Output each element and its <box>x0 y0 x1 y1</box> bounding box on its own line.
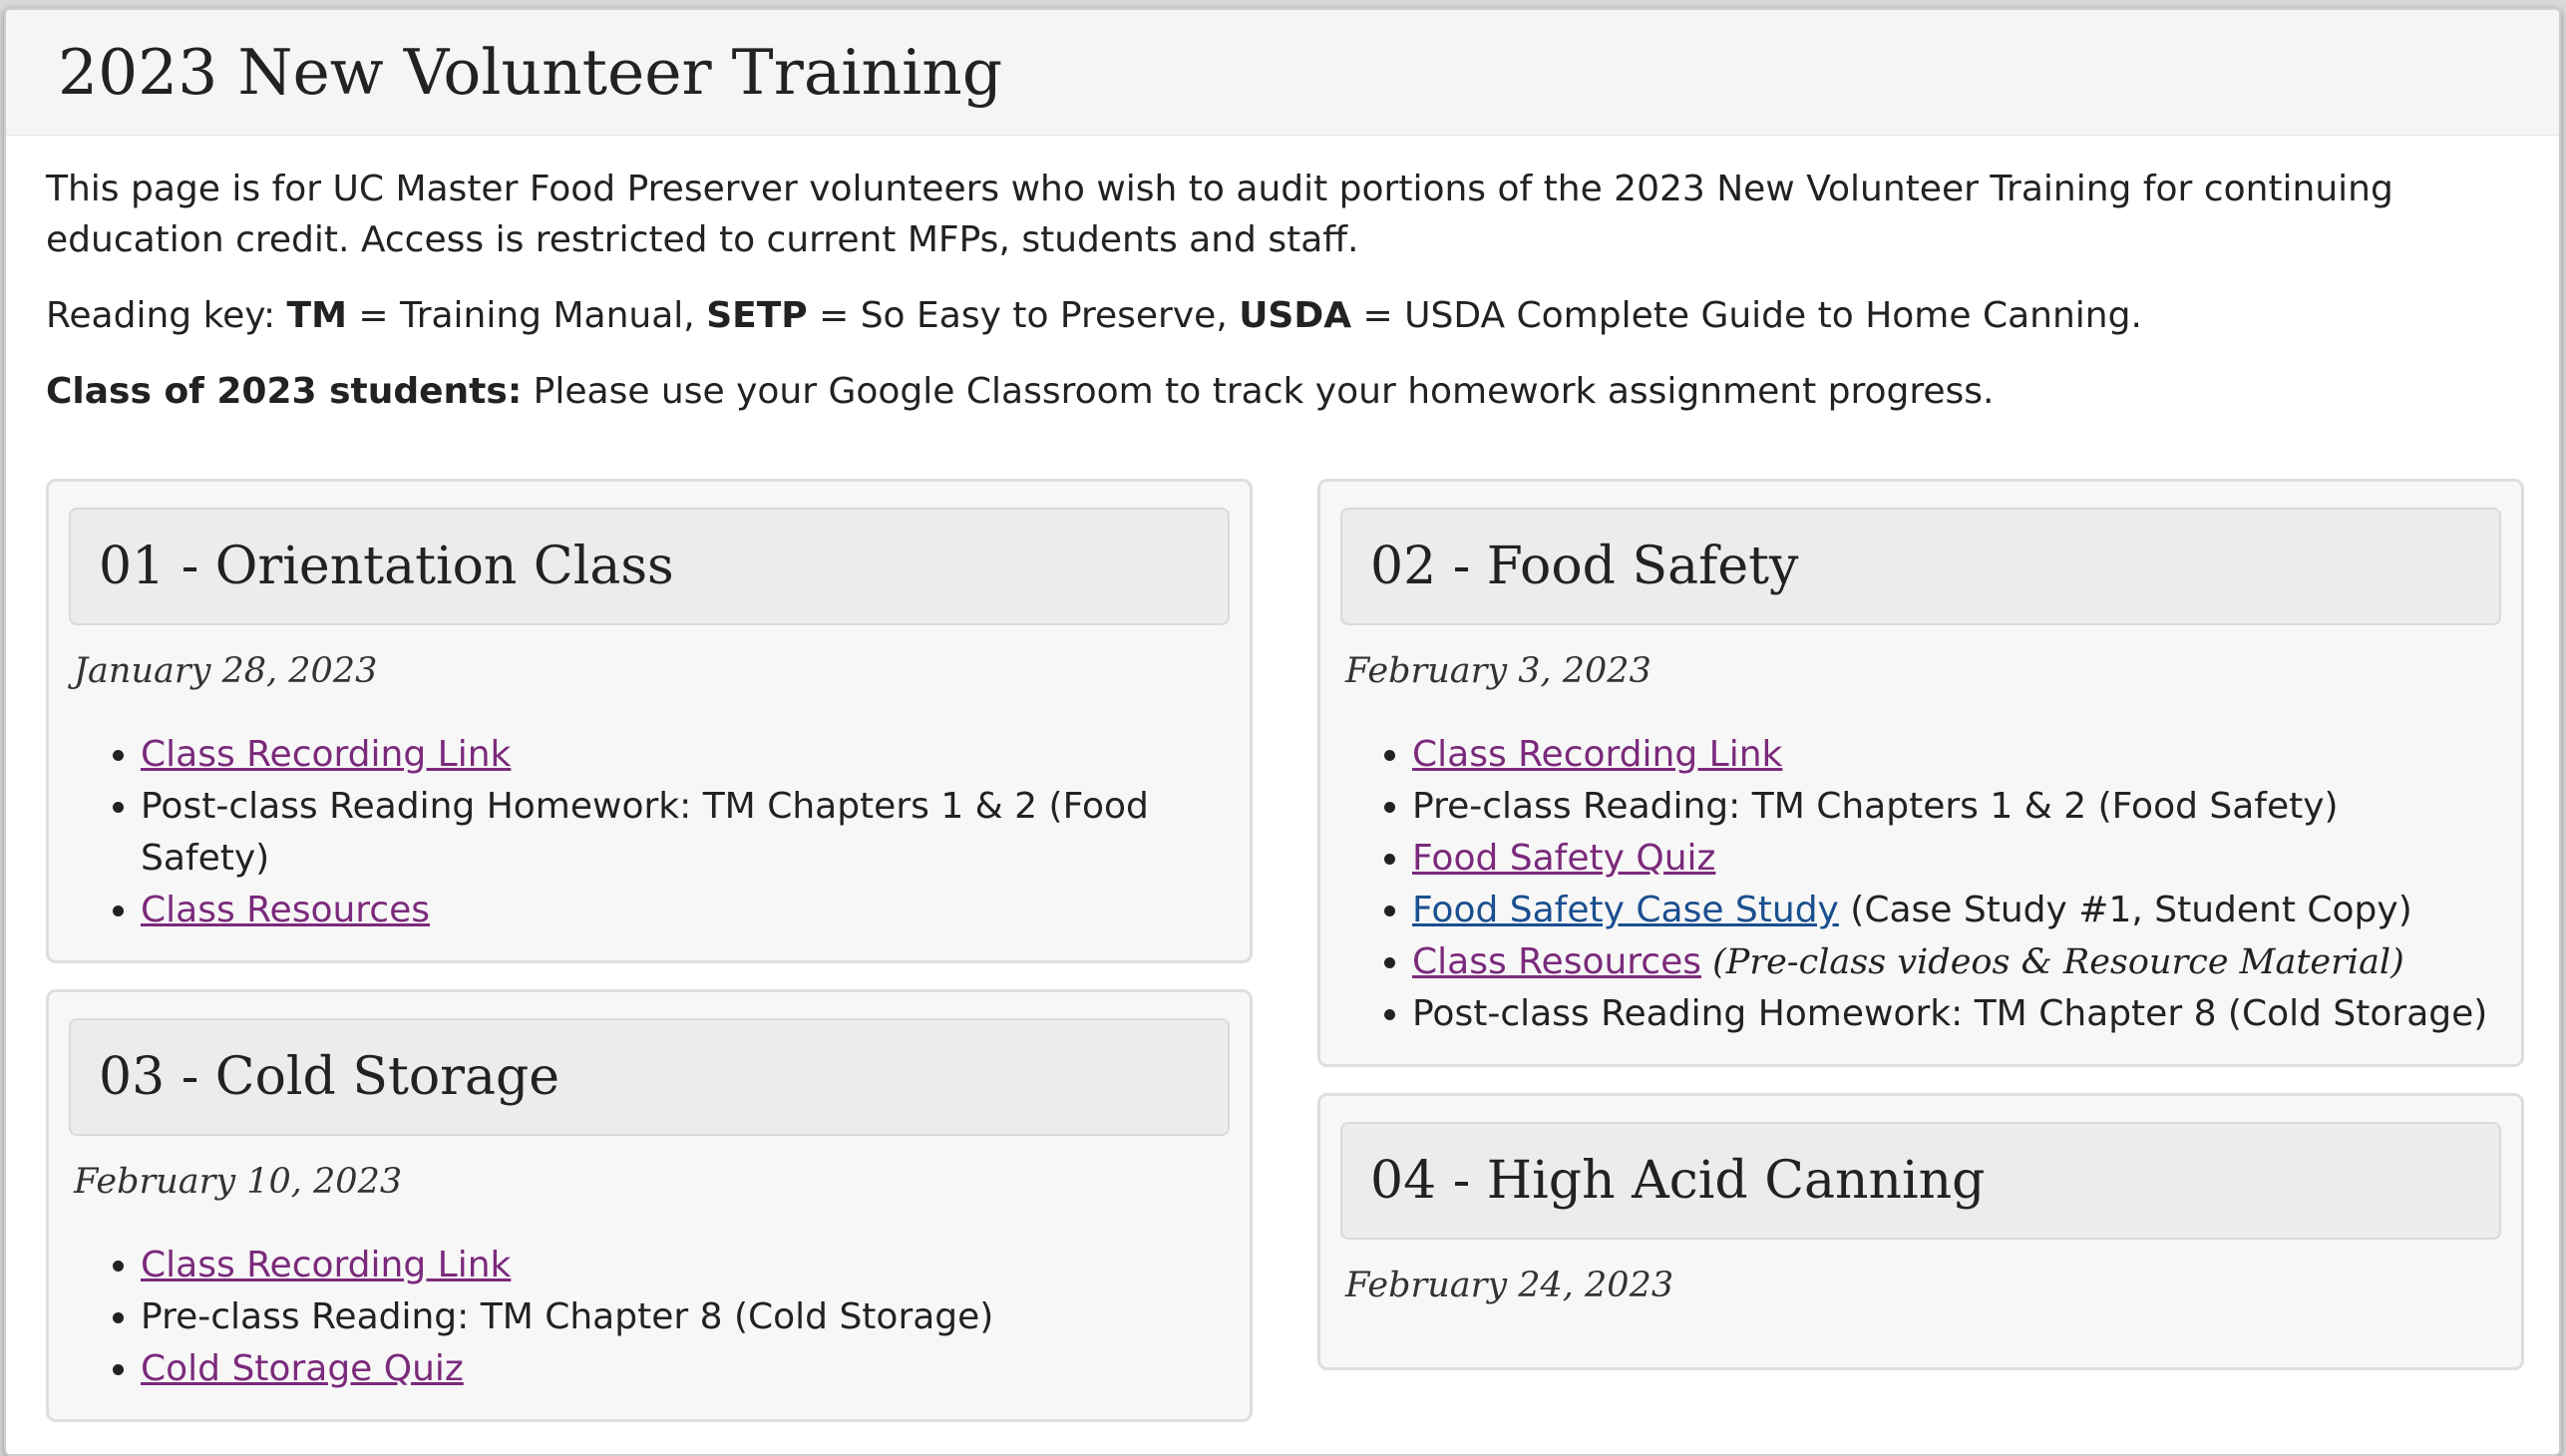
class-recording-link[interactable]: Class Recording Link <box>141 734 511 775</box>
list-item: Class Resources (Pre-class videos & Reso… <box>1412 936 2501 988</box>
students-note-label: Class of 2023 students: <box>46 371 523 412</box>
class-date: February 3, 2023 <box>1345 651 1651 691</box>
right-column: 02 - Food Safety February 3, 2023 Class … <box>1317 479 2524 1396</box>
card-title: 02 - Food Safety <box>1370 537 1799 596</box>
list-item: Food Safety Case Study (Case Study #1, S… <box>1412 885 2501 936</box>
class-items: Class Recording Link Pre-class Reading: … <box>69 1240 1230 1395</box>
list-item: Class Recording Link <box>141 1240 1230 1291</box>
list-item: Post-class Reading Homework: TM Chapter … <box>1412 988 2501 1040</box>
reading-key-setp-text: = So Easy to Preserve, <box>807 295 1240 336</box>
intro-section: This page is for UC Master Food Preserve… <box>6 136 2559 417</box>
list-item: Cold Storage Quiz <box>141 1343 1230 1395</box>
case-study-note: (Case Study #1, Student Copy) <box>1838 890 2412 930</box>
card-header: 01 - Orientation Class <box>69 508 1230 625</box>
reading-key-tm: TM <box>286 295 347 336</box>
list-item: Class Recording Link <box>1412 729 2501 781</box>
reading-key-setp: SETP <box>706 295 808 336</box>
card-title: 03 - Cold Storage <box>99 1047 560 1107</box>
students-note-text: Please use your Google Classroom to trac… <box>522 371 1995 412</box>
class-date: January 28, 2023 <box>74 651 378 691</box>
card-title: 04 - High Acid Canning <box>1370 1151 1986 1211</box>
list-item: Pre-class Reading: TM Chapters 1 & 2 (Fo… <box>1412 781 2501 833</box>
list-item: Class Recording Link <box>141 729 1230 781</box>
class-items: Class Recording Link Post-class Reading … <box>69 729 1230 936</box>
intro-paragraph: This page is for UC Master Food Preserve… <box>46 169 2393 260</box>
reading-key: Reading key: TM = Training Manual, SETP … <box>46 290 2519 341</box>
class-recording-link[interactable]: Class Recording Link <box>1412 734 1782 775</box>
students-note: Class of 2023 students: Please use your … <box>46 366 2519 417</box>
class-card-01: 01 - Orientation Class January 28, 2023 … <box>46 479 1253 963</box>
resources-note: (Pre-class videos & Resource Material) <box>1701 942 2404 982</box>
reading-key-tm-text: = Training Manual, <box>346 295 707 336</box>
list-item: Post-class Reading Homework: TM Chapters… <box>141 781 1230 885</box>
page-title: 2023 New Volunteer Training <box>58 36 1003 109</box>
left-column: 01 - Orientation Class January 28, 2023 … <box>46 479 1253 1448</box>
list-item: Food Safety Quiz <box>1412 833 2501 885</box>
browser-page: 2023 New Volunteer Training This page is… <box>4 8 2561 1456</box>
class-resources-link[interactable]: Class Resources <box>1412 941 1701 982</box>
card-title: 01 - Orientation Class <box>99 537 674 596</box>
class-date: February 24, 2023 <box>1345 1266 1674 1305</box>
list-item: Class Resources <box>141 885 1230 936</box>
card-header: 04 - High Acid Canning <box>1340 1122 2501 1240</box>
reading-key-usda: USDA <box>1239 295 1352 336</box>
reading-key-usda-text: = USDA Complete Guide to Home Canning. <box>1351 295 2142 336</box>
card-header: 03 - Cold Storage <box>69 1018 1230 1136</box>
class-card-02: 02 - Food Safety February 3, 2023 Class … <box>1317 479 2524 1067</box>
class-date: February 10, 2023 <box>74 1162 403 1202</box>
food-safety-quiz-link[interactable]: Food Safety Quiz <box>1412 838 1715 879</box>
cold-storage-quiz-link[interactable]: Cold Storage Quiz <box>141 1348 464 1389</box>
card-header: 02 - Food Safety <box>1340 508 2501 625</box>
class-card-03: 03 - Cold Storage February 10, 2023 Clas… <box>46 989 1253 1422</box>
list-item: Pre-class Reading: TM Chapter 8 (Cold St… <box>141 1291 1230 1343</box>
food-safety-case-study-link[interactable]: Food Safety Case Study <box>1412 890 1839 930</box>
class-resources-link[interactable]: Class Resources <box>141 890 430 930</box>
class-items: Class Recording Link Pre-class Reading: … <box>1340 729 2501 1040</box>
class-recording-link[interactable]: Class Recording Link <box>141 1245 511 1285</box>
page-header: 2023 New Volunteer Training <box>6 10 2559 136</box>
reading-key-prefix: Reading key: <box>46 295 287 336</box>
class-card-04: 04 - High Acid Canning February 24, 2023 <box>1317 1093 2524 1370</box>
